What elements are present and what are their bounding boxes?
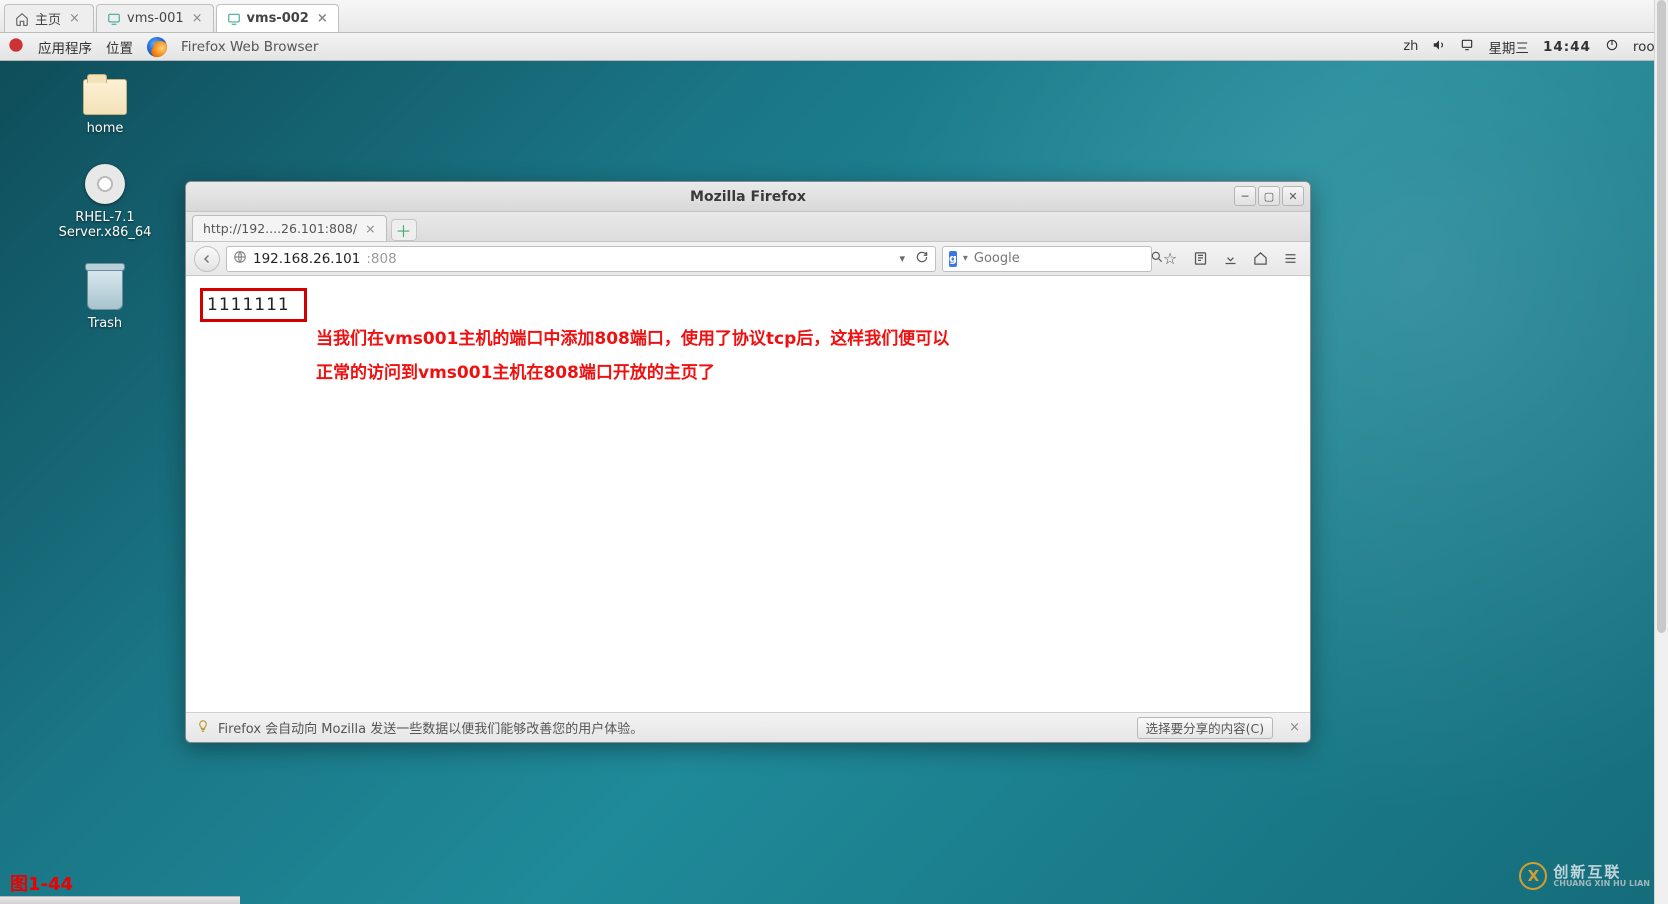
watermark-text: 创新互联 bbox=[1553, 865, 1650, 880]
chevron-down-icon[interactable]: ▾ bbox=[899, 252, 905, 265]
reload-icon[interactable] bbox=[915, 250, 929, 268]
bookmark-star-icon[interactable]: ☆ bbox=[1158, 247, 1182, 271]
desktop-icon-label: home bbox=[87, 121, 124, 136]
tab-label: http://192....26.101:808/ bbox=[203, 221, 357, 236]
url-bar[interactable]: 192.168.26.101 :808 ▾ bbox=[226, 246, 936, 272]
close-button[interactable]: ✕ bbox=[1282, 186, 1304, 206]
url-port: :808 bbox=[366, 251, 396, 267]
firefox-status-bar: Firefox 会自动向 Mozilla 发送一些数据以便我们能够改善您的用户体… bbox=[186, 712, 1310, 742]
close-icon[interactable]: × bbox=[1289, 720, 1300, 735]
search-input[interactable] bbox=[974, 251, 1144, 266]
annotation-text: 当我们在vms001主机的端口中添加808端口，使用了协议tcp后，这样我们便可… bbox=[316, 322, 949, 390]
page-body-text: 1111111 bbox=[200, 288, 307, 322]
watermark: X 创新互联 CHUANG XIN HU LIAN bbox=[1519, 862, 1650, 890]
page-scrollbar[interactable] bbox=[1654, 0, 1668, 904]
menu-icon[interactable] bbox=[1278, 247, 1302, 271]
gnome-top-bar: 应用程序 位置 Firefox Web Browser zh 星期三 14:44… bbox=[0, 33, 1668, 61]
firefox-tab-strip: http://192....26.101:808/ × ＋ bbox=[186, 212, 1310, 242]
vm-icon bbox=[107, 12, 121, 26]
page-content: 1111111 当我们在vms001主机的端口中添加808端口，使用了协议tcp… bbox=[186, 276, 1310, 712]
close-icon[interactable]: × bbox=[317, 11, 328, 26]
new-tab-button[interactable]: ＋ bbox=[391, 219, 417, 241]
folder-icon bbox=[83, 79, 127, 115]
vm-icon bbox=[227, 12, 241, 26]
figure-label: 图1-44 bbox=[10, 870, 73, 896]
power-icon[interactable] bbox=[1605, 38, 1619, 56]
search-engine-icon: g bbox=[949, 251, 957, 267]
close-icon[interactable]: × bbox=[365, 221, 375, 236]
url-host: 192.168.26.101 bbox=[253, 251, 360, 267]
firefox-toolbar: 192.168.26.101 :808 ▾ g ▾ ☆ bbox=[186, 242, 1310, 276]
desktop-icon-home[interactable]: home bbox=[50, 79, 160, 136]
back-button[interactable] bbox=[194, 246, 220, 272]
chevron-down-icon[interactable]: ▾ bbox=[963, 253, 968, 264]
firefox-icon bbox=[147, 37, 167, 57]
host-tab-vms001[interactable]: vms-001 × bbox=[96, 4, 214, 32]
window-title: Mozilla Firefox bbox=[690, 189, 806, 205]
reader-icon[interactable] bbox=[1188, 247, 1212, 271]
host-tab-label: vms-001 bbox=[127, 11, 184, 26]
host-tab-home[interactable]: 主页 × bbox=[4, 4, 94, 32]
annotation-line: 正常的访问到vms001主机在808端口开放的主页了 bbox=[316, 356, 949, 390]
trash-icon bbox=[87, 268, 123, 310]
watermark-badge-icon: X bbox=[1519, 862, 1547, 890]
clock-day[interactable]: 星期三 bbox=[1488, 37, 1529, 57]
annotation-line: 当我们在vms001主机的端口中添加808端口，使用了协议tcp后，这样我们便可… bbox=[316, 322, 949, 356]
host-tab-strip: 主页 × vms-001 × vms-002 × bbox=[0, 0, 1668, 33]
applications-menu[interactable]: 应用程序 bbox=[38, 37, 92, 57]
desktop-icon-trash[interactable]: Trash bbox=[50, 268, 160, 331]
firefox-tab[interactable]: http://192....26.101:808/ × bbox=[192, 215, 387, 241]
disc-icon bbox=[85, 164, 125, 204]
share-content-button[interactable]: 选择要分享的内容(C) bbox=[1137, 717, 1273, 739]
status-text: Firefox 会自动向 Mozilla 发送一些数据以便我们能够改善您的用户体… bbox=[218, 718, 643, 737]
host-tab-label: vms-002 bbox=[247, 11, 309, 26]
host-tab-vms002[interactable]: vms-002 × bbox=[216, 4, 339, 32]
minimize-button[interactable]: ─ bbox=[1234, 186, 1256, 206]
watermark-sub: CHUANG XIN HU LIAN bbox=[1553, 880, 1650, 888]
host-tab-label: 主页 bbox=[35, 9, 61, 28]
fedora-icon bbox=[8, 37, 24, 57]
home-icon bbox=[15, 12, 29, 26]
maximize-button[interactable]: ▢ bbox=[1258, 186, 1280, 206]
close-icon[interactable]: × bbox=[69, 11, 80, 26]
window-titlebar[interactable]: Mozilla Firefox ─ ▢ ✕ bbox=[186, 182, 1310, 212]
downloads-icon[interactable] bbox=[1218, 247, 1242, 271]
network-icon[interactable] bbox=[1460, 38, 1474, 56]
places-menu[interactable]: 位置 bbox=[106, 37, 133, 57]
lightbulb-icon bbox=[196, 719, 210, 737]
firefox-window: Mozilla Firefox ─ ▢ ✕ http://192....26.1… bbox=[185, 181, 1311, 743]
search-bar[interactable]: g ▾ bbox=[942, 246, 1152, 272]
close-icon[interactable]: × bbox=[192, 11, 203, 26]
active-app-title[interactable]: Firefox Web Browser bbox=[181, 39, 318, 55]
firefox-home-icon[interactable] bbox=[1248, 247, 1272, 271]
globe-icon bbox=[233, 250, 247, 268]
clock-time[interactable]: 14:44 bbox=[1543, 39, 1591, 55]
ime-indicator[interactable]: zh bbox=[1403, 39, 1418, 54]
desktop: home RHEL-7.1 Server.x86_64 Trash Mozill… bbox=[0, 61, 1668, 904]
desktop-icon-label: RHEL-7.1 Server.x86_64 bbox=[50, 210, 160, 240]
host-taskbar bbox=[0, 896, 240, 904]
desktop-icon-label: Trash bbox=[88, 316, 122, 331]
desktop-icon-disc[interactable]: RHEL-7.1 Server.x86_64 bbox=[50, 164, 160, 240]
scrollbar-thumb[interactable] bbox=[1657, 0, 1666, 633]
volume-icon[interactable] bbox=[1432, 38, 1446, 56]
